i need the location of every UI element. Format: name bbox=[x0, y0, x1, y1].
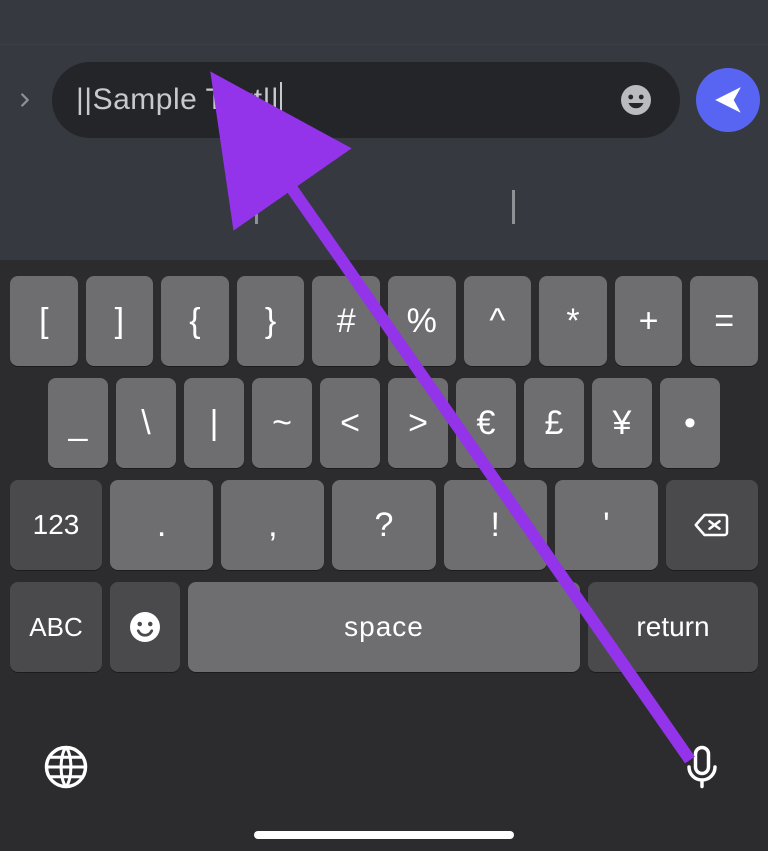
key-lt[interactable]: < bbox=[320, 378, 380, 468]
message-input-row: ||Sample Text|| bbox=[0, 60, 768, 140]
key-apostrophe[interactable]: ' bbox=[555, 480, 658, 570]
key-pound[interactable]: £ bbox=[524, 378, 584, 468]
message-input[interactable]: ||Sample Text|| bbox=[52, 62, 680, 138]
emoji-icon bbox=[618, 82, 654, 118]
keyboard-row-4: ABC space return bbox=[0, 576, 768, 678]
delete-icon bbox=[692, 510, 732, 540]
keyboard-row-1: [ ] { } # % ^ * + = bbox=[0, 270, 768, 372]
key-numeric-mode[interactable]: 123 bbox=[10, 480, 102, 570]
keyboard-row-3: 123 . , ? ! ' bbox=[0, 474, 768, 576]
key-lbrace[interactable]: { bbox=[161, 276, 229, 366]
emoji-keyboard-icon bbox=[127, 609, 163, 645]
selection-handle-left[interactable] bbox=[255, 190, 258, 224]
emoji-button[interactable] bbox=[616, 80, 656, 120]
key-rbrace[interactable]: } bbox=[237, 276, 305, 366]
message-input-value: ||Sample Text|| bbox=[76, 83, 279, 117]
key-yen[interactable]: ¥ bbox=[592, 378, 652, 468]
key-pipe[interactable]: | bbox=[184, 378, 244, 468]
key-bullet[interactable]: • bbox=[660, 378, 720, 468]
key-tilde[interactable]: ~ bbox=[252, 378, 312, 468]
key-exclaim[interactable]: ! bbox=[444, 480, 547, 570]
key-rbracket[interactable]: ] bbox=[86, 276, 154, 366]
key-emoji[interactable] bbox=[110, 582, 180, 672]
globe-icon bbox=[40, 741, 92, 793]
key-caret[interactable]: ^ bbox=[464, 276, 532, 366]
text-caret bbox=[280, 82, 282, 118]
key-asterisk[interactable]: * bbox=[539, 276, 607, 366]
key-underscore[interactable]: _ bbox=[48, 378, 108, 468]
key-backslash[interactable]: \ bbox=[116, 378, 176, 468]
autocorrect-handles bbox=[255, 190, 515, 230]
key-plus[interactable]: + bbox=[615, 276, 683, 366]
selection-handle-right[interactable] bbox=[512, 190, 515, 224]
keyboard: [ ] { } # % ^ * + = _ \ | ~ < > € £ ¥ • … bbox=[0, 260, 768, 851]
key-period[interactable]: . bbox=[110, 480, 213, 570]
key-lbracket[interactable]: [ bbox=[10, 276, 78, 366]
key-abc-mode[interactable]: ABC bbox=[10, 582, 102, 672]
key-gt[interactable]: > bbox=[388, 378, 448, 468]
expand-input-button[interactable] bbox=[8, 89, 48, 111]
key-hash[interactable]: # bbox=[312, 276, 380, 366]
chevron-right-icon bbox=[14, 89, 36, 111]
keyboard-row-2: _ \ | ~ < > € £ ¥ • bbox=[0, 372, 768, 474]
top-divider bbox=[0, 44, 768, 45]
send-icon bbox=[711, 83, 745, 117]
key-comma[interactable]: , bbox=[221, 480, 324, 570]
key-delete[interactable] bbox=[666, 480, 758, 570]
mic-icon bbox=[676, 741, 728, 793]
key-percent[interactable]: % bbox=[388, 276, 456, 366]
key-return[interactable]: return bbox=[588, 582, 758, 672]
key-equals[interactable]: = bbox=[690, 276, 758, 366]
send-button[interactable] bbox=[696, 68, 760, 132]
key-question[interactable]: ? bbox=[332, 480, 435, 570]
key-euro[interactable]: € bbox=[456, 378, 516, 468]
mic-button[interactable] bbox=[676, 741, 728, 798]
globe-button[interactable] bbox=[40, 741, 92, 798]
home-indicator[interactable] bbox=[254, 831, 514, 839]
message-input-text: ||Sample Text|| bbox=[76, 82, 616, 118]
key-space[interactable]: space bbox=[188, 582, 580, 672]
